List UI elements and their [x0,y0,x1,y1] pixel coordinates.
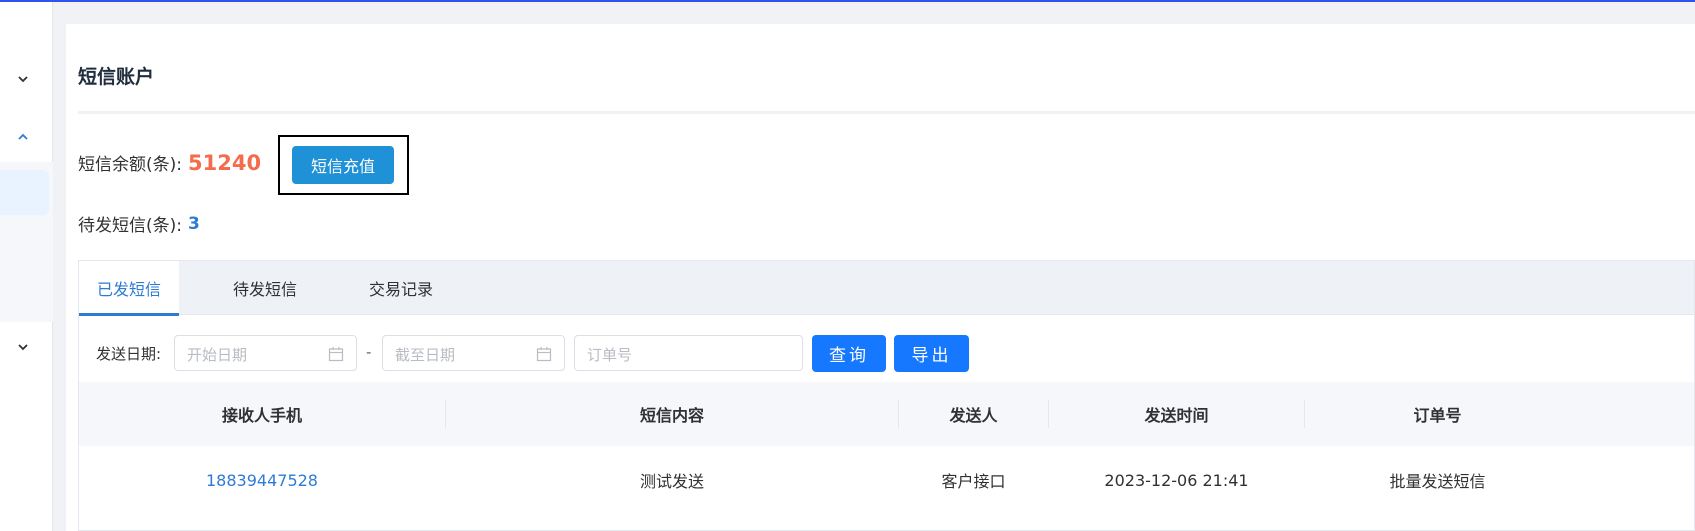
column-header-content: 短信内容 [639,406,704,425]
chevron-up-icon[interactable] [16,130,30,144]
column-header-send-time: 发送时间 [1144,406,1209,425]
divider [78,111,1695,114]
start-date-input[interactable]: 开始日期 [174,335,357,371]
table-header: 接收人手机 短信内容 发送人 发送时间 订单号 [79,382,1694,446]
column-header-order-number: 订单号 [1413,406,1462,425]
pending-value: 3 [188,213,200,234]
order-number-input[interactable]: 订单号 [574,335,803,371]
recharge-button[interactable]: 短信充值 [292,146,394,184]
export-button[interactable]: 导出 [894,335,969,372]
send-date-label: 发送日期: [96,345,162,363]
calendar-icon [536,347,552,362]
cell-content: 测试发送 [639,472,704,491]
calendar-icon [328,347,344,362]
top-accent-bar [0,0,1695,2]
tab-transactions[interactable]: 交易记录 [351,261,451,315]
chevron-down-icon[interactable] [16,340,30,354]
main-panel: 短信账户 短信余额(条): 51240 短信充值 待发短信(条): 3 已发短信… [66,24,1695,531]
chevron-down-icon[interactable] [16,72,30,86]
cell-order-number: 批量发送短信 [1389,472,1486,491]
date-separator: - [366,343,372,361]
tab-sent-sms[interactable]: 已发短信 [79,261,179,316]
end-date-input[interactable]: 截至日期 [382,335,565,371]
order-number-placeholder: 订单号 [587,346,633,364]
cell-send-time: 2023-12-06 21:41 [1104,470,1249,490]
start-date-placeholder: 开始日期 [187,346,248,364]
end-date-placeholder: 截至日期 [395,346,456,364]
sms-tabs-card: 已发短信 待发短信 交易记录 发送日期: 开始日期 - 截至日期 订单号 查询 … [78,260,1695,531]
balance-label: 短信余额(条): [78,155,182,175]
cell-sender: 客户接口 [941,472,1006,491]
pending-row: 待发短信(条): 3 [78,211,200,237]
balance-value: 51240 [188,150,262,175]
balance-row: 短信余额(条): 51240 [78,150,262,176]
cell-phone[interactable]: 18839447528 [79,461,445,499]
sidebar [0,2,53,531]
query-button[interactable]: 查询 [812,335,886,372]
tab-pending-sms[interactable]: 待发短信 [215,261,315,315]
column-header-sender: 发送人 [949,406,998,425]
column-header-phone: 接收人手机 [221,406,302,425]
pending-label: 待发短信(条): [78,216,182,236]
page-title: 短信账户 [78,66,155,88]
tabs-header: 已发短信 待发短信 交易记录 [79,261,1694,316]
sidebar-active-item[interactable] [0,170,49,215]
